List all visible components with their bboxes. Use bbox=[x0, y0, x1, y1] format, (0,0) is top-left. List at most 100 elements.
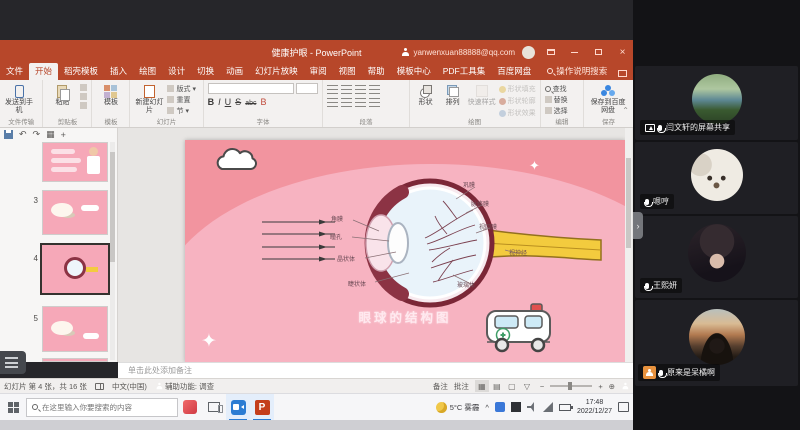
network-icon[interactable] bbox=[543, 402, 553, 412]
redo-button[interactable]: ↷ bbox=[33, 129, 41, 140]
tab-design[interactable]: 设计 bbox=[162, 63, 191, 80]
quick-styles-button[interactable]: 快速样式 bbox=[468, 83, 496, 107]
font-size-combobox[interactable] bbox=[296, 83, 318, 94]
participant-tile[interactable]: 原来是呆橘啊 bbox=[635, 300, 798, 386]
slide-thumbnail-3[interactable] bbox=[42, 190, 108, 235]
tab-help[interactable]: 帮助 bbox=[362, 63, 391, 80]
numbering-button[interactable] bbox=[341, 85, 352, 94]
format-painter-icon[interactable] bbox=[80, 102, 87, 109]
indent-increase-button[interactable] bbox=[369, 85, 380, 94]
cut-icon[interactable] bbox=[80, 84, 87, 91]
tab-home[interactable]: 开始 bbox=[29, 63, 58, 80]
align-right-button[interactable] bbox=[355, 98, 366, 107]
tab-review[interactable]: 审阅 bbox=[304, 63, 333, 80]
reading-view-button[interactable]: ▢ bbox=[505, 380, 519, 392]
participant-tile[interactable]: 嗯哼 bbox=[635, 142, 798, 214]
action-center-icon[interactable] bbox=[618, 402, 629, 412]
tab-view[interactable]: 视图 bbox=[333, 63, 362, 80]
taskbar-app-red[interactable] bbox=[178, 394, 202, 421]
taskbar-meeting-app[interactable] bbox=[226, 394, 250, 421]
slide-scrollbar[interactable] bbox=[625, 128, 632, 362]
copy-icon[interactable] bbox=[80, 93, 87, 100]
minimize-button[interactable] bbox=[566, 42, 583, 62]
slide-thumbnail-4-selected[interactable] bbox=[40, 243, 110, 295]
layout-button[interactable]: 版式▾ bbox=[167, 84, 196, 93]
account-info[interactable]: yanwenxuan88888@qq.com bbox=[401, 48, 515, 57]
weather-widget[interactable]: 5°C 雾霾 bbox=[436, 402, 480, 413]
select-button[interactable]: 选择 bbox=[545, 106, 568, 115]
share-icon[interactable] bbox=[618, 70, 627, 77]
language-status[interactable]: 中文(中国) bbox=[112, 381, 147, 392]
tab-baidu-pan[interactable]: 百度网盘 bbox=[491, 63, 537, 80]
undo-button[interactable]: ↶ bbox=[19, 129, 27, 140]
slideshow-from-start-button[interactable]: ▦ bbox=[46, 129, 55, 140]
spellcheck-icon[interactable] bbox=[95, 383, 104, 390]
slide-thumbnail-2[interactable] bbox=[42, 142, 108, 182]
tray-expand-button[interactable]: ^ bbox=[485, 403, 489, 412]
zoom-out-button[interactable]: − bbox=[540, 382, 544, 391]
tab-draw[interactable]: 绘图 bbox=[133, 63, 162, 80]
taskbar-powerpoint[interactable]: P bbox=[250, 394, 274, 421]
section-button[interactable]: 节▾ bbox=[167, 106, 196, 115]
tab-slideshow[interactable]: 幻灯片放映 bbox=[249, 63, 304, 80]
underline-button[interactable]: U bbox=[225, 97, 232, 107]
find-button[interactable]: 查找 bbox=[545, 84, 568, 93]
slideshow-view-button[interactable]: ▽ bbox=[520, 380, 534, 392]
justify-button[interactable] bbox=[369, 98, 380, 107]
fit-slide-button[interactable]: ⊕ bbox=[609, 382, 615, 391]
strikethrough-button[interactable]: S bbox=[235, 97, 241, 107]
new-slide-button[interactable]: 新建幻灯片 bbox=[134, 83, 164, 115]
tab-pdf-tools[interactable]: PDF工具集 bbox=[437, 63, 492, 80]
tab-insert[interactable]: 插入 bbox=[104, 63, 133, 80]
panel-collapse-handle[interactable]: › bbox=[633, 212, 643, 239]
bullets-button[interactable] bbox=[327, 85, 338, 94]
align-left-button[interactable] bbox=[327, 98, 338, 107]
search-input[interactable] bbox=[42, 403, 162, 412]
account-avatar[interactable] bbox=[522, 46, 535, 59]
font-color-button[interactable]: B bbox=[260, 97, 266, 107]
tray-icon-app[interactable] bbox=[495, 402, 505, 412]
align-center-button[interactable] bbox=[341, 98, 352, 107]
battery-icon[interactable] bbox=[559, 404, 571, 411]
replace-button[interactable]: 替换 bbox=[545, 95, 568, 104]
reset-button[interactable]: 重置 bbox=[167, 95, 196, 104]
comments-toggle-button[interactable]: 批注 bbox=[454, 381, 469, 392]
shape-outline-button[interactable]: 形状轮廓 bbox=[499, 96, 536, 106]
clock[interactable]: 17:48 2022/12/27 bbox=[577, 398, 612, 416]
participant-tile[interactable]: 闫文轩的屏幕共享 bbox=[635, 66, 798, 140]
tell-me-search[interactable]: 操作说明搜索 bbox=[547, 65, 607, 80]
save-icon[interactable] bbox=[4, 130, 13, 139]
shape-fill-button[interactable]: 形状填充 bbox=[499, 84, 536, 94]
slide-sorter-view-button[interactable]: ▤ bbox=[490, 380, 504, 392]
notes-pane[interactable]: 单击此处添加备注 bbox=[118, 362, 633, 378]
zoom-in-button[interactable]: + bbox=[598, 382, 602, 391]
accessibility-status[interactable]: 辅助功能: 调查 bbox=[155, 381, 214, 392]
taskbar-search[interactable] bbox=[26, 398, 178, 417]
slide-thumbnail-6[interactable] bbox=[42, 358, 108, 362]
slide-thumbnail-5[interactable] bbox=[42, 306, 108, 352]
arrange-button[interactable]: 排列 bbox=[441, 83, 465, 107]
italic-button[interactable]: I bbox=[218, 97, 221, 107]
close-button[interactable]: × bbox=[614, 42, 631, 62]
tab-docer-template[interactable]: 稻壳模板 bbox=[58, 63, 104, 80]
meeting-mini-toolbar[interactable] bbox=[0, 351, 26, 374]
slide-canvas[interactable]: ✦ ✦ bbox=[185, 140, 625, 362]
start-button[interactable] bbox=[0, 394, 26, 421]
share-person-icon[interactable] bbox=[622, 383, 628, 389]
paste-button[interactable]: 粘贴 bbox=[47, 83, 77, 107]
participant-tile[interactable]: 王熙妍 bbox=[635, 216, 798, 298]
shapes-button[interactable]: 形状 bbox=[414, 83, 438, 107]
restore-button[interactable] bbox=[590, 42, 607, 62]
zoom-slider[interactable] bbox=[550, 385, 592, 387]
send-to-phone-button[interactable]: 发送到手机 bbox=[4, 83, 34, 115]
tray-icon-device[interactable] bbox=[511, 402, 521, 412]
tab-animations[interactable]: 动画 bbox=[220, 63, 249, 80]
template-button[interactable]: 模板 bbox=[96, 83, 125, 107]
customize-qat-button[interactable]: + bbox=[61, 130, 66, 140]
task-view-button[interactable] bbox=[202, 394, 226, 421]
tab-transitions[interactable]: 切换 bbox=[191, 63, 220, 80]
volume-icon[interactable] bbox=[527, 402, 537, 412]
collapse-ribbon-button[interactable]: ⌃ bbox=[622, 106, 629, 115]
tab-template-center[interactable]: 模板中心 bbox=[391, 63, 437, 80]
tab-file[interactable]: 文件 bbox=[0, 63, 29, 80]
